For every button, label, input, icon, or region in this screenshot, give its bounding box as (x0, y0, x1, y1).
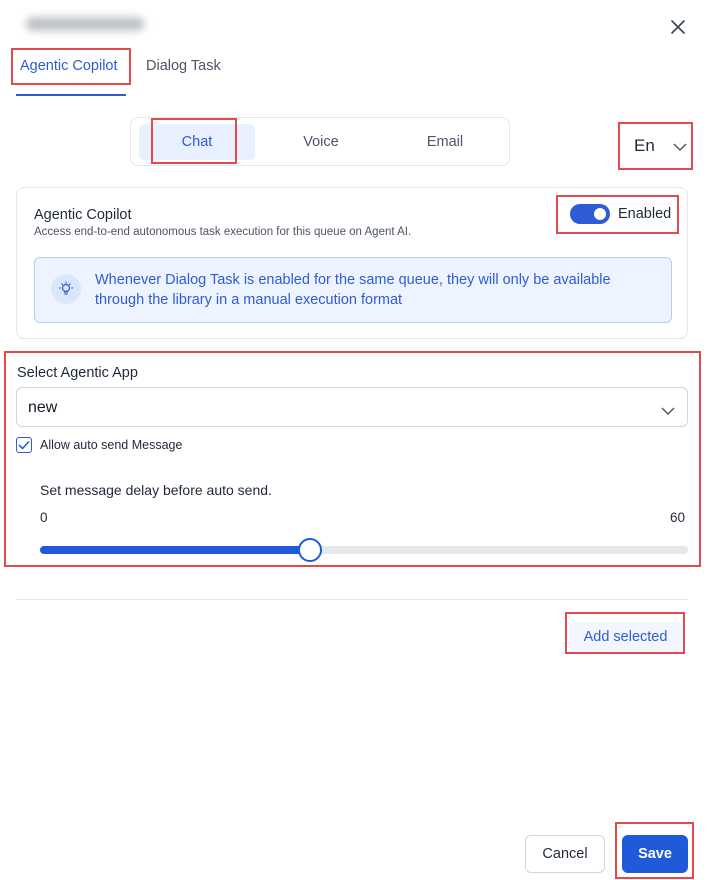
enabled-toggle[interactable] (570, 204, 610, 224)
add-selected-button[interactable]: Add selected (569, 622, 682, 652)
card-description: Access end-to-end autonomous task execut… (34, 226, 412, 238)
delay-slider-thumb[interactable] (298, 538, 322, 562)
highlight-box (4, 351, 701, 567)
delay-min-label: 0 (40, 510, 48, 525)
auto-send-label: Allow auto send Message (40, 438, 183, 452)
close-icon[interactable] (668, 17, 688, 37)
info-banner: Whenever Dialog Task is enabled for the … (34, 257, 672, 323)
agentic-app-label: Select Agentic App (17, 365, 138, 381)
checkmark-icon (18, 440, 30, 450)
language-value: En (634, 136, 655, 155)
delay-slider-track[interactable] (40, 538, 688, 562)
language-dropdown[interactable]: En (622, 124, 692, 168)
save-button[interactable]: Save (622, 835, 688, 873)
active-tab-indicator (16, 94, 126, 96)
cancel-button[interactable]: Cancel (525, 835, 605, 873)
tab-dialog-task[interactable]: Dialog Task (146, 58, 221, 74)
channel-email[interactable]: Email (387, 124, 503, 160)
chevron-down-icon (673, 136, 687, 156)
tab-agentic-copilot[interactable]: Agentic Copilot (20, 58, 118, 74)
channel-chat[interactable]: Chat (139, 124, 255, 160)
tab-bar: Agentic Copilot Dialog Task (0, 44, 711, 96)
channel-selector: Chat Voice Email (130, 117, 510, 166)
agentic-copilot-card: Agentic Copilot Access end-to-end autono… (16, 187, 688, 339)
auto-send-checkbox[interactable] (16, 437, 32, 453)
card-title: Agentic Copilot (34, 207, 132, 223)
redacted-title (26, 12, 144, 36)
agentic-app-value: new (28, 399, 58, 416)
delay-max-label: 60 (670, 510, 686, 525)
toggle-label: Enabled (618, 206, 672, 222)
agentic-app-select[interactable]: new (16, 387, 688, 427)
chevron-down-icon (661, 402, 675, 420)
delay-label: Set message delay before auto send. (40, 482, 272, 498)
info-text: Whenever Dialog Task is enabled for the … (95, 272, 611, 308)
divider (16, 599, 688, 600)
channel-voice[interactable]: Voice (263, 124, 379, 160)
delay-slider-fill (40, 546, 310, 554)
lightbulb-icon (51, 274, 81, 304)
